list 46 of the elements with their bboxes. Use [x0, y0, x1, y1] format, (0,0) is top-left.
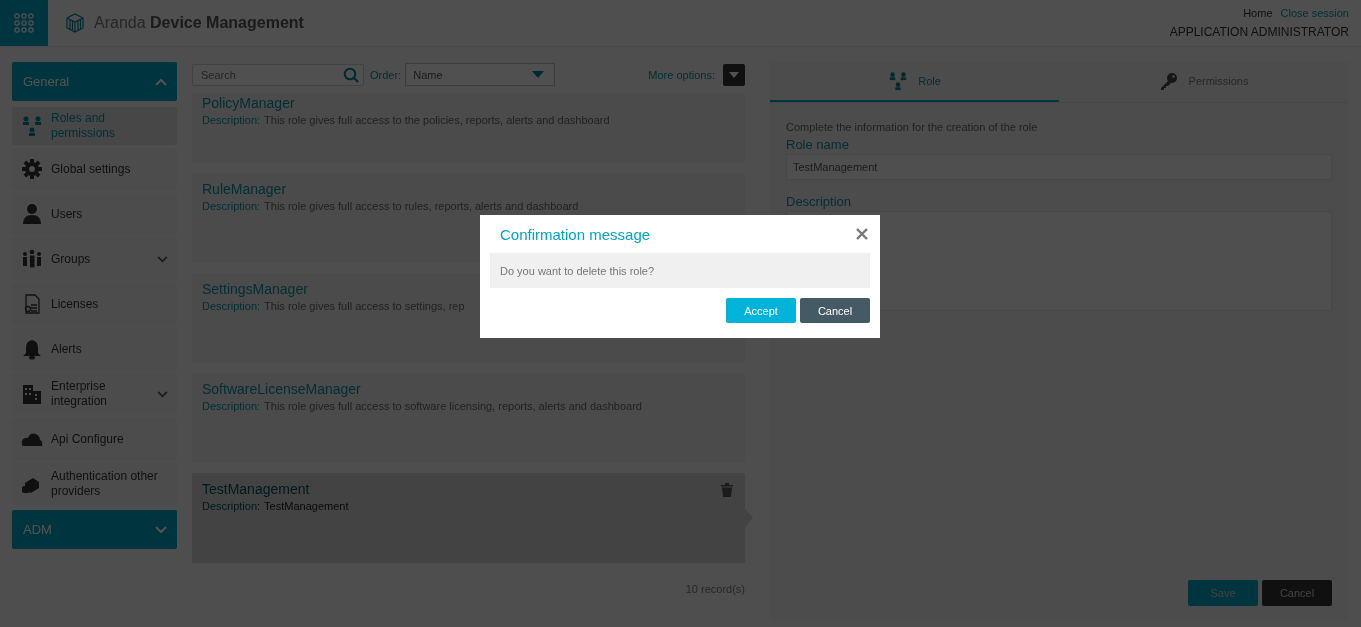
description-label: Description:: [202, 500, 261, 512]
role-description: TestManagement: [264, 500, 349, 512]
sidebar-item[interactable]: Roles and permissions: [12, 107, 177, 145]
person-icon: [21, 203, 43, 225]
save-button[interactable]: Save: [1188, 580, 1258, 606]
chevron-icon: [155, 525, 167, 534]
description-label: Description: [786, 194, 853, 209]
caret-icon: [532, 71, 545, 78]
people-network-icon: [21, 115, 43, 137]
bell-icon: [21, 338, 43, 360]
sidebar-section-header[interactable]: ADM: [12, 510, 177, 549]
role-name: TestManagement: [202, 481, 310, 497]
sidebar-section-header[interactable]: General: [12, 62, 177, 101]
role-name: PolicyManager: [202, 95, 295, 111]
description-label: Description:: [202, 300, 261, 312]
role-name: RuleManager: [202, 181, 287, 197]
cube-logo-icon: [64, 12, 86, 34]
dialog-message: Do you want to delete this role?: [490, 253, 870, 288]
description-label: Description:: [202, 400, 261, 412]
key-icon: [1158, 71, 1179, 91]
grid-icon: [14, 13, 34, 33]
more-options-label: More options:: [648, 68, 715, 81]
trash-icon[interactable]: [721, 483, 733, 497]
close-button[interactable]: [854, 226, 870, 242]
apps-menu-button[interactable]: [0, 0, 48, 46]
chevron-icon: [155, 77, 167, 86]
header-link[interactable]: Home: [1243, 7, 1273, 19]
tab[interactable]: Role: [770, 62, 1059, 102]
dialog-title: Confirmation message: [500, 225, 651, 243]
group-icon: [21, 248, 43, 270]
role-name: SoftwareLicenseManager: [202, 381, 361, 397]
building-icon: [21, 383, 43, 405]
accept-button[interactable]: Accept: [726, 298, 796, 323]
close-icon: [856, 228, 868, 240]
order-label: Order:: [370, 68, 402, 81]
role-name-label: Role name: [786, 137, 850, 152]
search-icon: [343, 66, 359, 83]
description-label: Description:: [202, 114, 261, 126]
caret-icon: [729, 71, 739, 78]
description-label: Description:: [202, 200, 261, 212]
role-name: SettingsManager: [202, 281, 308, 297]
header-link[interactable]: Close session: [1280, 7, 1349, 19]
user-role: APPLICATION ADMINISTRATOR: [1169, 25, 1349, 39]
people-network-icon: [888, 71, 909, 91]
cancel-button[interactable]: Cancel: [800, 298, 870, 323]
more-options-button[interactable]: [723, 63, 745, 86]
